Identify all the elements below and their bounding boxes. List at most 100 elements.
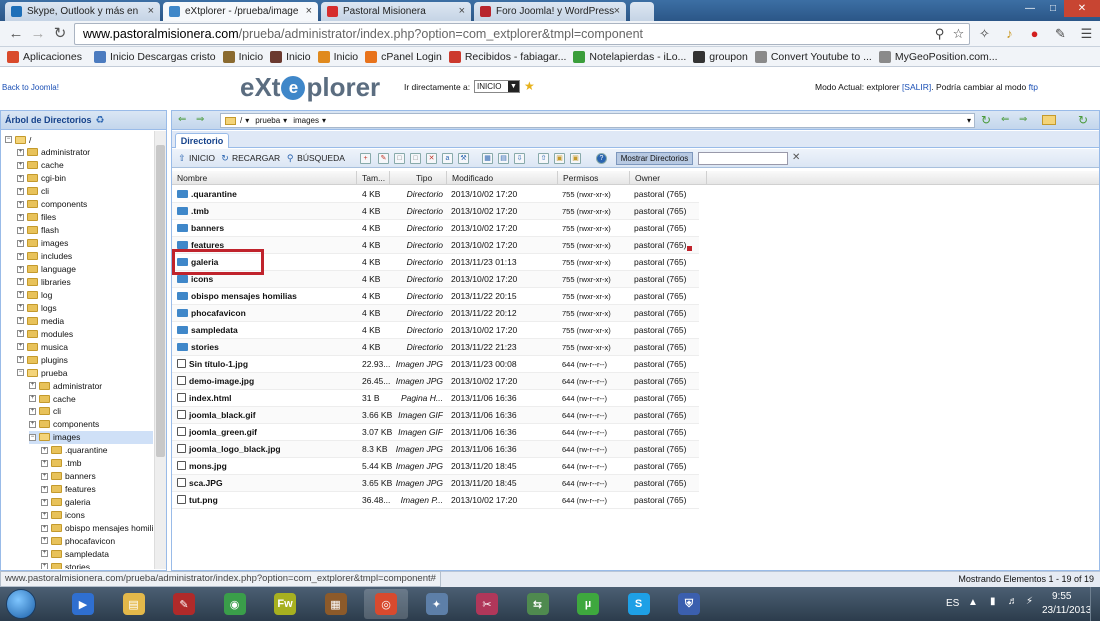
taskbar-app-2[interactable]: ✎ <box>162 589 206 619</box>
table-row[interactable]: stories 4 KB Directorio 2013/11/22 21:23 755… <box>172 339 699 356</box>
rename-icon[interactable]: a <box>442 153 453 164</box>
bookmark-5[interactable]: cPanel Login <box>365 50 442 63</box>
help-icon[interactable]: ? <box>596 153 607 164</box>
back-button[interactable]: ← <box>6 24 26 44</box>
tree-node[interactable]: + icons <box>41 509 85 522</box>
path-go-back-icon[interactable]: ⇐ <box>1001 114 1009 125</box>
table-row[interactable]: sca.JPG 3.65 KB Imagen JPG 2013/11/20 18:45… <box>172 475 699 492</box>
tree-node[interactable]: + components <box>29 418 99 431</box>
tree-node[interactable]: + images <box>17 237 68 250</box>
tree-node[interactable]: + libraries <box>17 275 71 288</box>
table-row[interactable]: phocafavicon 4 KB Directorio 2013/11/22 20:… <box>172 305 699 322</box>
expand-icon[interactable]: + <box>17 317 24 325</box>
tree-node[interactable]: + obispo mensajes homilia <box>41 522 153 535</box>
taskbar-app-0[interactable]: ▶ <box>61 589 105 619</box>
extension-tools-icon[interactable]: ✧ <box>976 25 993 42</box>
path-breadcrumb[interactable]: / ▾ prueba ▾ images ▾ ▾ <box>220 113 975 128</box>
tree-node[interactable]: − / <box>5 133 31 146</box>
bookmark-9[interactable]: Convert Youtube to ... <box>754 50 872 63</box>
tree-node[interactable]: + features <box>41 483 96 496</box>
extract-icon[interactable]: ▣ <box>570 153 581 164</box>
clock-date[interactable]: 23/11/2013 <box>1042 605 1091 616</box>
refresh-path-icon[interactable]: ↻ <box>981 113 991 127</box>
collapse-icon[interactable]: − <box>29 433 36 441</box>
download-icon[interactable]: ⇩ <box>514 153 525 164</box>
tree-node[interactable]: + administrator <box>17 146 90 159</box>
tree-node[interactable]: + language <box>17 263 76 276</box>
expand-icon[interactable]: + <box>17 161 24 169</box>
tree-node[interactable]: + .tmb <box>41 457 82 470</box>
close-window-button[interactable]: ✕ <box>1064 0 1100 17</box>
tree-scroll-thumb[interactable] <box>156 145 165 457</box>
tree-node[interactable]: + components <box>17 198 87 211</box>
expand-icon[interactable]: + <box>29 407 36 415</box>
table-row[interactable]: joomla_logo_black.jpg 8.3 KB Imagen JPG 201… <box>172 441 699 458</box>
table-row[interactable]: obispo mensajes homilias 4 KB Directorio 20… <box>172 288 699 305</box>
expand-icon[interactable]: + <box>41 472 48 480</box>
language-indicator[interactable]: ES <box>946 598 959 609</box>
view-icon[interactable]: ▦ <box>482 153 493 164</box>
taskbar-app-10[interactable]: µ <box>566 589 610 619</box>
expand-icon[interactable]: + <box>29 382 36 390</box>
taskbar-app-6[interactable]: ◎ <box>364 589 408 619</box>
bookmark-1[interactable]: Inicio Descargas cristo <box>93 50 216 63</box>
tree-node[interactable]: + musica <box>17 340 68 353</box>
table-row[interactable]: mons.jpg 5.44 KB Imagen JPG 2013/11/20 18:4… <box>172 458 699 475</box>
tree-node[interactable]: + banners <box>41 470 96 483</box>
expand-icon[interactable]: + <box>17 187 24 195</box>
minimize-button[interactable]: — <box>1018 0 1042 17</box>
maximize-button[interactable]: □ <box>1042 0 1064 17</box>
home-button[interactable]: ⇧ INICIO <box>177 153 215 163</box>
expand-icon[interactable]: + <box>17 304 24 312</box>
taskbar-app-1[interactable]: ▤ <box>112 589 156 619</box>
expand-icon[interactable]: + <box>17 343 24 351</box>
folder-view-icon[interactable] <box>1042 115 1056 125</box>
expand-icon[interactable]: + <box>17 252 24 260</box>
bookmark-3[interactable]: Inicio <box>270 50 311 63</box>
table-row[interactable]: index.html 31 B Pagina H... 2013/11/06 16:3… <box>172 390 699 407</box>
expand-icon[interactable]: + <box>29 395 36 402</box>
tree-node[interactable]: + sampledata <box>41 547 109 560</box>
col-size[interactable]: Tam... <box>357 171 390 185</box>
tree-node[interactable]: + files <box>17 211 56 224</box>
move-icon[interactable]: □ <box>410 153 421 164</box>
tree-node[interactable]: + cache <box>17 159 64 172</box>
show-directories-button[interactable]: Mostrar Directorios <box>616 152 693 165</box>
taskbar-app-4[interactable]: Fw <box>263 589 307 619</box>
tree-scrollbar[interactable] <box>154 131 166 569</box>
path-prueba[interactable]: prueba <box>255 116 280 125</box>
col-perms[interactable]: Permisos <box>558 171 630 185</box>
table-row[interactable]: .quarantine 4 KB Directorio 2013/10/02 17:2… <box>172 186 699 203</box>
bookmark-2[interactable]: Inicio <box>222 50 263 63</box>
nav-forward-icon[interactable]: ⇒ <box>196 114 204 125</box>
archive-icon[interactable]: ▣ <box>554 153 565 164</box>
tree-node[interactable]: + modules <box>17 327 73 340</box>
bookmark-7[interactable]: Notelapierdas - iLo... <box>573 50 686 63</box>
path-root[interactable]: / <box>240 116 242 125</box>
show-desktop-button[interactable] <box>1090 587 1100 621</box>
table-row[interactable]: joomla_green.gif 3.07 KB Imagen GIF 2013/11… <box>172 424 699 441</box>
expand-icon[interactable]: + <box>41 459 48 467</box>
expand-icon[interactable]: + <box>17 330 24 338</box>
tab-close-icon[interactable]: × <box>614 5 620 17</box>
tree-node[interactable]: + flash <box>17 224 59 237</box>
table-row[interactable]: tut.png 36.48... Imagen P... 2013/10/02 17:… <box>172 492 699 509</box>
taskbar-app-8[interactable]: ✂ <box>465 589 509 619</box>
collapse-icon[interactable]: − <box>5 136 12 143</box>
taskbar-app-12[interactable]: ⛨ <box>667 589 711 619</box>
expand-icon[interactable]: + <box>41 537 48 545</box>
delete-icon[interactable]: ✕ <box>426 153 437 164</box>
col-type[interactable]: Tipo <box>390 171 447 185</box>
bookmark-8[interactable]: groupon <box>693 50 748 63</box>
tree-node[interactable]: + stories <box>41 560 90 569</box>
expand-icon[interactable]: + <box>17 291 24 299</box>
forward-button[interactable]: → <box>28 24 48 44</box>
taskbar-app-3[interactable]: ◉ <box>213 589 257 619</box>
tab-close-icon[interactable]: × <box>148 5 154 17</box>
expand-icon[interactable]: + <box>17 265 24 273</box>
new-file-icon[interactable]: + <box>360 153 371 164</box>
opera-stop-icon[interactable]: ● <box>1026 25 1043 42</box>
power-icon[interactable]: ⚡ <box>1026 596 1033 607</box>
table-row[interactable]: joomla_black.gif 3.66 KB Imagen GIF 2013/11… <box>172 407 699 424</box>
tree-node[interactable]: + cache <box>29 392 76 405</box>
